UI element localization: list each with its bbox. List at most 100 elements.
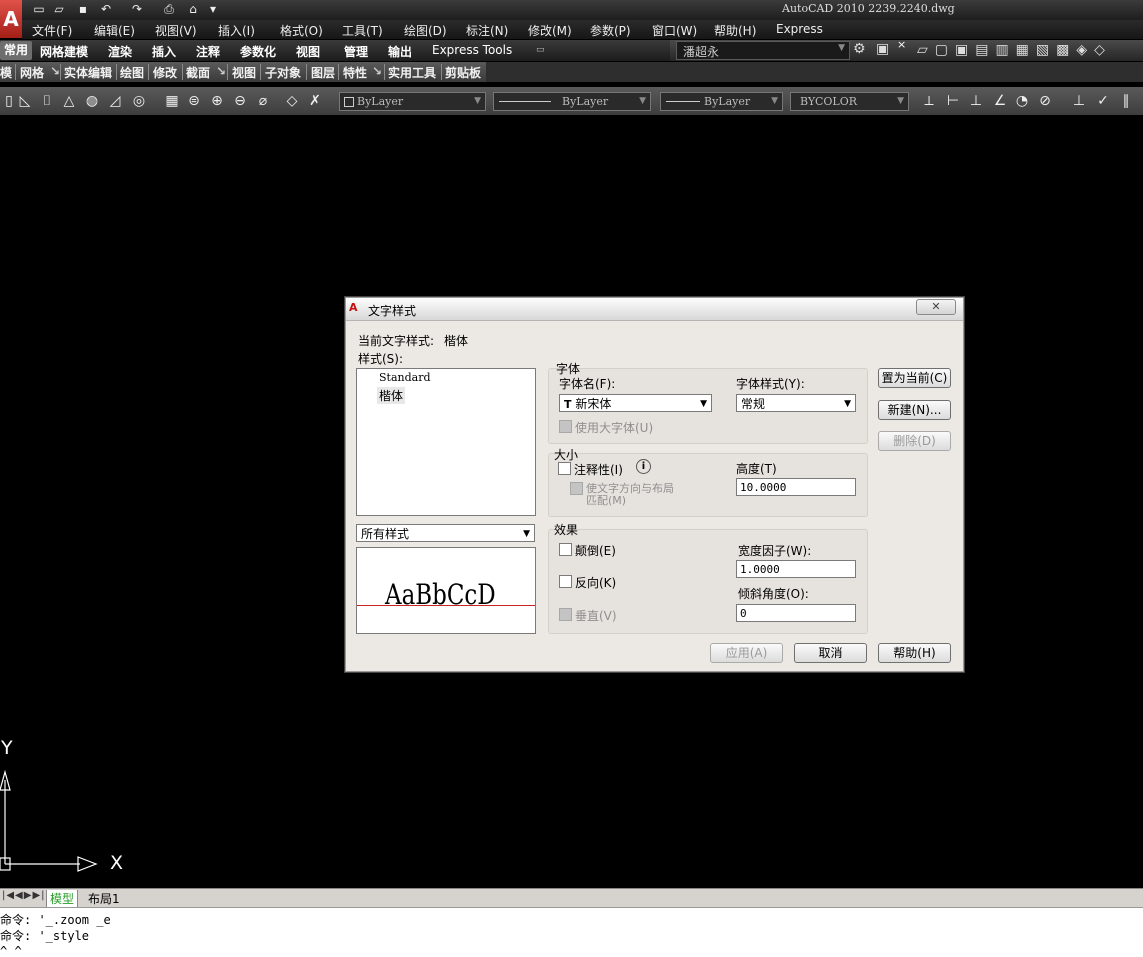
tab-render[interactable]: 渲染 [108,43,132,60]
dim-diameter-icon[interactable]: ⊘ [1036,92,1054,110]
tab-annotate[interactable]: 注释 [196,43,220,60]
width-factor-input[interactable]: 1.0000 [736,560,856,578]
workspace-combo[interactable]: 潘超永 ▼ [676,41,850,60]
menu-parametric[interactable]: 参数(P) [590,22,631,39]
oblique-angle-input[interactable]: 0 [736,604,856,622]
dim-radius-icon[interactable]: ◔ [1013,92,1031,110]
apply-button[interactable]: 应用(A) [710,643,783,663]
snap-parallel-icon[interactable]: ∥ [1117,92,1135,110]
dialog-title-bar[interactable] [346,298,963,321]
open-icon[interactable]: ▱ [50,1,68,17]
info-icon[interactable]: i [636,459,651,474]
font-name-dropdown[interactable]: T 新宋体 ▼ [559,394,712,412]
snap-tangent-icon[interactable]: ✓ [1094,92,1112,110]
panel-section[interactable]: 截面 [186,64,210,81]
command-prompt[interactable]: ^ ^ [0,944,22,956]
convert-solid-icon[interactable]: ◇ [283,92,301,110]
height-input[interactable]: 10.0000 [736,478,856,496]
menu-tools[interactable]: 工具(T) [342,22,383,39]
use-big-font-checkbox[interactable] [559,420,572,433]
linetype-combo[interactable]: ByLayer ▼ [493,92,651,111]
dim-angular-icon[interactable]: ∠ [991,92,1009,110]
properties-icon[interactable]: ⌂ [184,1,202,17]
application-menu-button[interactable]: A [0,0,22,38]
tab-insert[interactable]: 插入 [152,43,176,60]
close-icon[interactable]: ✕ [916,299,956,315]
snap-endpoint-icon[interactable]: ⊥ [1070,92,1088,110]
cylinder-icon[interactable]: ⌷ [38,92,56,110]
delete-style-button[interactable]: 删除(D) [878,431,951,451]
panel-mesh[interactable]: 网格 [20,64,44,81]
plot-icon[interactable]: ⎙ [160,1,178,17]
panel-view[interactable]: 视图 [232,64,256,81]
panel-properties-expand-icon[interactable]: ↘ [372,64,382,78]
upside-down-checkbox[interactable] [559,543,572,556]
new-style-button[interactable]: 新建(N)... [878,400,951,420]
cone-icon[interactable]: △ [60,92,78,110]
save-icon[interactable]: ▪ [74,1,92,17]
menu-help[interactable]: 帮助(H) [714,22,756,39]
menu-edit[interactable]: 编辑(E) [94,22,135,39]
tab-parametric[interactable]: 参数化 [240,43,276,60]
workspace-lock-icon[interactable]: ▣ [876,41,889,57]
tab-view[interactable]: 视图 [296,43,320,60]
mesh-box-icon[interactable]: ▦ [163,92,181,110]
command-window[interactable]: 命令: '_.zoom _e 命令: '_style ^ ^ [0,907,1143,957]
color-combo[interactable]: ByLayer ▼ [339,92,486,111]
plotstyle-combo[interactable]: BYCOLOR ▼ [790,92,909,111]
pyramid-icon[interactable]: ◿ [106,92,124,110]
panel-section-expand-icon[interactable]: ↘ [216,64,226,78]
style-item-kaiti[interactable]: 楷体 [377,387,406,404]
lineweight-combo[interactable]: ByLayer ▼ [660,92,783,111]
sphere-icon[interactable]: ◍ [83,92,101,110]
panel-layers[interactable]: 图层 [311,64,335,81]
menu-express[interactable]: Express [776,22,823,36]
menu-view[interactable]: 视图(V) [155,22,197,39]
panel-clipboard[interactable]: 剪贴板 [445,64,481,81]
convert-surface-icon[interactable]: ✗ [306,92,324,110]
mesh-cylinder-icon[interactable]: ⊜ [185,92,203,110]
menu-draw[interactable]: 绘图(D) [404,22,447,39]
style-item-standard[interactable]: Standard [379,371,431,384]
tab-express-tools[interactable]: Express Tools [432,43,512,57]
redo-icon[interactable]: ↷ [128,1,146,17]
menu-window[interactable]: 窗口(W) [652,22,697,39]
torus-icon[interactable]: ◎ [130,92,148,110]
qat-dropdown-icon[interactable]: ▾ [204,1,222,17]
dim-ordinate-icon[interactable]: ⊥ [967,92,985,110]
tab-home[interactable]: 常用 [0,41,33,60]
ribbon-minimize-icon[interactable]: ▭ [536,45,545,55]
mesh-remove-icon[interactable]: ⊖ [231,92,249,110]
help-button[interactable]: 帮助(H) [878,643,951,663]
tab-output[interactable]: 输出 [388,43,412,60]
menu-insert[interactable]: 插入(I) [218,22,255,39]
new-icon[interactable]: ▭ [30,1,48,17]
tab-layout1[interactable]: 布局1 [88,890,120,907]
panel-modeling[interactable]: 模 [0,64,12,81]
styles-list[interactable]: Standard 楷体 [356,368,536,516]
tab-mesh-modeling[interactable]: 网格建模 [40,43,88,60]
menu-modify[interactable]: 修改(M) [528,22,572,39]
wedge-icon[interactable]: ◺ [16,92,34,110]
backwards-checkbox[interactable] [559,575,572,588]
view-cube-toolbar[interactable]: ▱▢▣▤▥▦▧▩◈◇ [917,42,1143,58]
menu-dimension[interactable]: 标注(N) [466,22,508,39]
tab-nav-arrows-icon[interactable]: |◀◀▶▶| [2,890,46,901]
panel-utilities[interactable]: 实用工具 [388,64,436,81]
tab-manage[interactable]: 管理 [344,43,368,60]
dim-linear-icon[interactable]: ⟂ [920,92,938,110]
set-current-button[interactable]: 置为当前(C) [878,368,951,388]
menu-format[interactable]: 格式(O) [280,22,323,39]
panel-properties[interactable]: 特性 [343,64,367,81]
undo-icon[interactable]: ↶ [97,1,115,17]
close-icon[interactable]: × [897,38,906,51]
font-style-dropdown[interactable]: 常规 ▼ [736,394,856,412]
panel-mesh-expand-icon[interactable]: ↘ [50,64,60,78]
match-orientation-checkbox[interactable] [570,482,583,495]
mesh-add-icon[interactable]: ⊕ [208,92,226,110]
mesh-smooth-icon[interactable]: ⌀ [254,92,272,110]
panel-subobject[interactable]: 子对象 [265,64,301,81]
dim-aligned-icon[interactable]: ⊢ [944,92,962,110]
menu-file[interactable]: 文件(F) [32,22,72,39]
gear-icon[interactable]: ⚙ [853,41,866,57]
